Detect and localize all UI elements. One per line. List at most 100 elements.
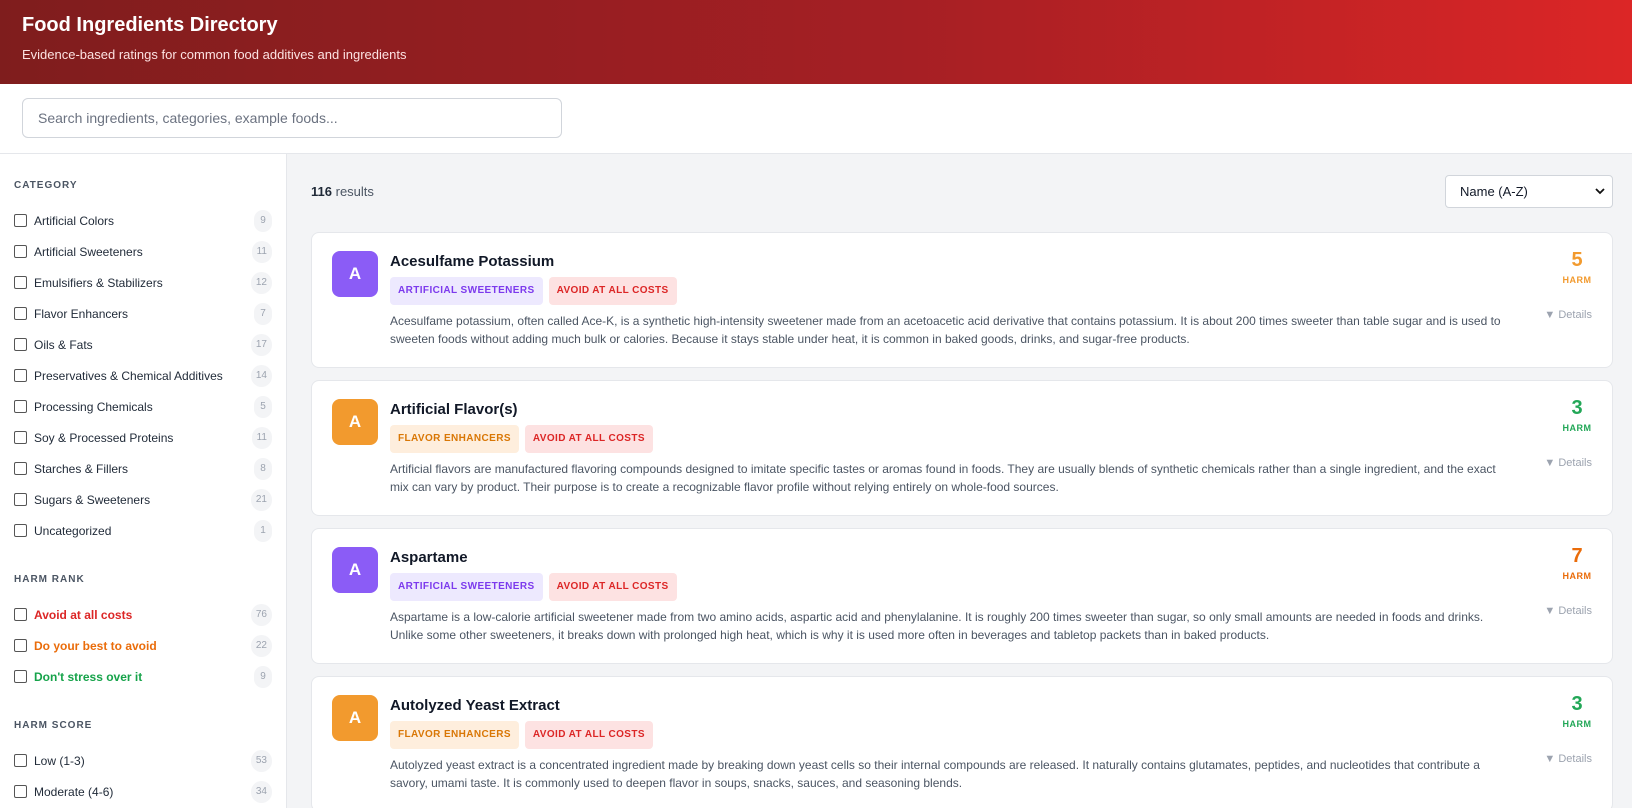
category-filter-soy-proteins[interactable]: Soy & Processed Proteins 11 [14,422,272,453]
checkbox[interactable] [14,307,27,320]
category-filter-starches-fillers[interactable]: Starches & Fillers 8 [14,453,272,484]
category-filter-oils-fats[interactable]: Oils & Fats 17 [14,329,272,360]
checkbox[interactable] [14,639,27,652]
results-number: 116 [311,183,332,199]
ingredient-card[interactable]: A Aspartame ARTIFICIAL SWEETENERS AVOID … [311,528,1613,664]
filter-label: Do your best to avoid [34,638,157,653]
harm-rank-facet-title: HARM RANK [14,574,85,585]
harm-score-facet-title: HARM SCORE [14,720,93,731]
filter-label: Artificial Sweeteners [34,244,143,259]
checkbox[interactable] [14,493,27,506]
harm-rank-filter-dont-stress[interactable]: Don't stress over it 9 [14,661,272,692]
filter-count-badge: 12 [250,271,272,294]
card-body: Artificial Flavor(s) FLAVOR ENHANCERS AV… [390,399,1592,497]
ingredient-avatar: A [332,251,378,297]
filter-count-badge: 34 [250,780,272,803]
checkbox[interactable] [14,608,27,621]
page-subtitle: Evidence-based ratings for common food a… [22,47,407,62]
harm-rank-facet: HARM RANK Avoid at all costs 76 Do your b… [14,574,272,692]
filter-label: Uncategorized [34,523,112,538]
filter-label: Don't stress over it [34,669,143,684]
card-body: Autolyzed Yeast Extract FLAVOR ENHANCERS… [390,695,1592,793]
ingredient-description: Acesulfame potassium, often called Ace-K… [390,314,1501,346]
ingredient-card[interactable]: A Acesulfame Potassium ARTIFICIAL SWEETE… [311,232,1613,368]
category-facet: CATEGORY Artificial Colors 9 Artificial S… [14,180,272,546]
checkbox[interactable] [14,245,27,258]
harm-score-value: 5 [1571,249,1583,271]
checkbox[interactable] [14,462,27,475]
filter-label: Moderate (4-6) [34,784,114,799]
harm-score-value: 7 [1571,545,1583,567]
filter-label: Starches & Fillers [34,461,129,476]
filter-label: Artificial Colors [34,213,115,228]
checkbox[interactable] [14,670,27,683]
checkbox[interactable] [14,524,27,537]
content-area: CATEGORY Artificial Colors 9 Artificial S… [0,154,1632,808]
rank-tag: AVOID AT ALL COSTS [548,573,677,601]
details-toggle[interactable]: ▼ Details [1544,309,1592,321]
filter-label: Avoid at all costs [34,607,133,622]
checkbox[interactable] [14,214,27,227]
category-tag: FLAVOR ENHANCERS [390,721,519,749]
harm-score-filter-moderate[interactable]: Moderate (4-6) 34 [14,776,272,807]
filter-count-badge: 11 [251,426,272,449]
category-filter-emulsifiers[interactable]: Emulsifiers & Stabilizers 12 [14,267,272,298]
ingredient-description: Artificial flavors are manufactured flav… [390,462,1496,494]
details-toggle[interactable]: ▼ Details [1544,457,1592,469]
harm-score-value: 3 [1571,693,1583,715]
harm-score: 5 HARM [1562,249,1592,285]
checkbox[interactable] [14,431,27,444]
ingredient-name: Acesulfame Potassium [390,253,555,270]
category-filter-processing-chemicals[interactable]: Processing Chemicals 5 [14,391,272,422]
category-tag: ARTIFICIAL SWEETENERS [390,277,543,305]
category-tag: ARTIFICIAL SWEETENERS [390,573,543,601]
harm-score-value: 3 [1571,397,1583,419]
harm-score-label: HARM [1562,423,1592,433]
ingredient-card[interactable]: A Autolyzed Yeast Extract FLAVOR ENHANCE… [311,676,1613,808]
category-filter-preservatives[interactable]: Preservatives & Chemical Additives 14 [14,360,272,391]
filter-count-badge: 9 [254,209,272,232]
ingredient-name: Aspartame [390,549,468,566]
category-filter-flavor-enhancers[interactable]: Flavor Enhancers 7 [14,298,272,329]
ingredient-name: Autolyzed Yeast Extract [390,697,560,714]
category-filter-sugars-sweeteners[interactable]: Sugars & Sweeteners 21 [14,484,272,515]
filter-count-badge: 1 [254,519,272,542]
harm-score-filter-low[interactable]: Low (1-3) 53 [14,745,272,776]
checkbox[interactable] [14,369,27,382]
checkbox[interactable] [14,276,27,289]
filter-count-badge: 17 [250,333,272,356]
sort-select[interactable]: Name (A-Z) [1445,174,1613,208]
checkbox[interactable] [14,338,27,351]
ingredient-card[interactable]: A Artificial Flavor(s) FLAVOR ENHANCERS … [311,380,1613,516]
checkbox[interactable] [14,785,27,798]
filter-count-badge: 22 [250,634,272,657]
harm-rank-filter-best-to-avoid[interactable]: Do your best to avoid 22 [14,630,272,661]
checkbox[interactable] [14,400,27,413]
card-body: Aspartame ARTIFICIAL SWEETENERS AVOID AT… [390,547,1592,645]
ingredient-description: Aspartame is a low-calorie artificial sw… [390,610,1484,642]
category-filter-artificial-colors[interactable]: Artificial Colors 9 [14,205,272,236]
page-header: Food Ingredients Directory Evidence-base… [0,0,1632,84]
filter-count-badge: 8 [254,457,272,480]
filter-count-badge: 11 [251,240,272,263]
page-title: Food Ingredients Directory [22,14,278,36]
results-count: 116 results [311,184,374,199]
chevron-down-icon [1595,188,1605,195]
search-input[interactable] [22,98,562,138]
filter-sidebar: CATEGORY Artificial Colors 9 Artificial S… [0,154,287,808]
filter-label: Sugars & Sweeteners [34,492,151,507]
results-panel: 116 results Name (A-Z) A Acesulfame Pota… [287,154,1632,808]
card-tags: FLAVOR ENHANCERS AVOID AT ALL COSTS [390,721,1512,749]
rank-tag: AVOID AT ALL COSTS [524,425,653,453]
details-toggle[interactable]: ▼ Details [1544,605,1592,617]
details-toggle[interactable]: ▼ Details [1544,753,1592,765]
category-filter-uncategorized[interactable]: Uncategorized 1 [14,515,272,546]
ingredient-avatar: A [332,695,378,741]
harm-rank-filter-avoid[interactable]: Avoid at all costs 76 [14,599,272,630]
card-body: Acesulfame Potassium ARTIFICIAL SWEETENE… [390,251,1592,349]
checkbox[interactable] [14,754,27,767]
rank-tag: AVOID AT ALL COSTS [524,721,653,749]
ingredient-name: Artificial Flavor(s) [390,401,518,418]
rank-tag: AVOID AT ALL COSTS [548,277,677,305]
category-filter-artificial-sweeteners[interactable]: Artificial Sweeteners 11 [14,236,272,267]
